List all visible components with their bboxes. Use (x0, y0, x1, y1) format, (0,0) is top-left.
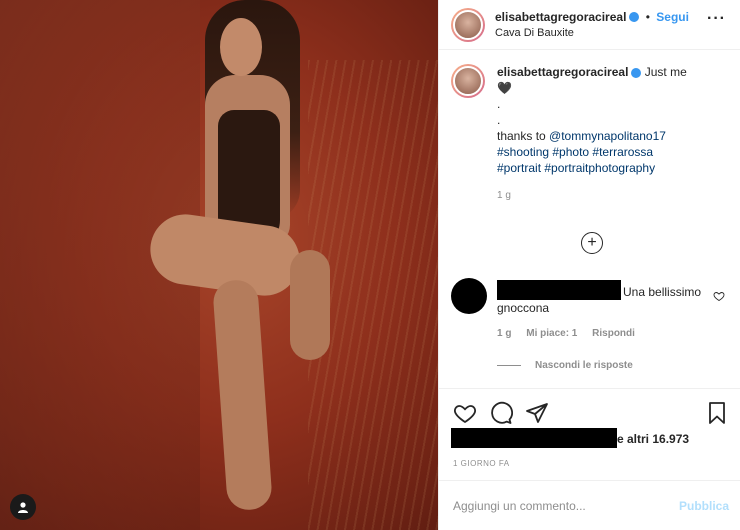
caption-emoji: 🖤 (497, 81, 512, 95)
likes-count[interactable]: e altri 16.973 (617, 432, 689, 446)
reply-button[interactable]: Rispondi (592, 328, 635, 339)
post-caption: elisabettagregoracireal Just me 🖤 . . th… (439, 50, 740, 204)
post-actions (439, 388, 740, 428)
comment-likes[interactable]: Mi piace: 1 (526, 328, 577, 339)
user-tag-icon[interactable] (10, 494, 36, 520)
caption-avatar[interactable] (451, 64, 485, 98)
comment-age: 1 g (497, 328, 512, 339)
author-username[interactable]: elisabettagregoracireal (495, 10, 626, 24)
hide-replies-button[interactable]: Nascondi le risposte (497, 360, 633, 371)
caption-text: Just me (644, 65, 687, 79)
caption-mention-link[interactable]: @tommynapolitano17 (549, 129, 666, 143)
post-header: elisabettagregoracireal • Segui Cava Di … (439, 0, 740, 50)
comment-meta: 1 g Mi piace: 1 Rispondi (497, 328, 647, 339)
subject-face (220, 18, 262, 76)
caption-dot-1: . (497, 97, 501, 111)
caption-dot-2: . (497, 113, 501, 127)
follow-button[interactable]: Segui (656, 10, 689, 24)
caption-first-line: elisabettagregoracireal Just me (497, 64, 687, 80)
more-horizontal-icon[interactable]: ··· (707, 10, 726, 28)
caption-body: elisabettagregoracireal Just me 🖤 . . th… (497, 64, 687, 204)
redacted-username (497, 280, 621, 300)
author-avatar[interactable] (451, 7, 485, 42)
subject-leg (212, 278, 273, 512)
add-comment-bar: Pubblica (439, 480, 740, 530)
caption-hashtags-1[interactable]: #shooting #photo #terrarossa (497, 144, 687, 160)
subject-knee (290, 250, 330, 360)
post-date: 1 GIORNO FA (453, 459, 510, 468)
header-text: elisabettagregoracireal • Segui Cava Di … (495, 9, 689, 41)
comment-like-heart-icon[interactable] (713, 290, 725, 302)
comment-input[interactable] (453, 498, 653, 513)
post-sidebar: elisabettagregoracireal • Segui Cava Di … (438, 0, 740, 530)
caption-hashtags-2[interactable]: #portrait #portraitphotography (497, 160, 687, 176)
likes-summary[interactable]: e altri 16.973 (451, 428, 731, 448)
caption-thanks: thanks to (497, 129, 550, 143)
caption-thanks-line: thanks to @tommynapolitano17 (497, 128, 687, 144)
avatar-image (453, 66, 483, 96)
post-location[interactable]: Cava Di Bauxite (495, 25, 689, 41)
separator-dot: • (645, 9, 650, 24)
verified-badge-icon (629, 12, 640, 23)
heart-icon[interactable] (453, 401, 477, 425)
post-photo[interactable] (0, 0, 438, 530)
caption-age: 1 g (497, 190, 511, 201)
bookmark-icon[interactable] (705, 401, 729, 425)
caption-username[interactable]: elisabettagregoracireal (497, 65, 628, 79)
comment-icon[interactable] (489, 401, 513, 425)
hide-replies-label: Nascondi le risposte (535, 360, 633, 371)
avatar-image (453, 9, 483, 40)
replies-line (497, 365, 521, 366)
commenter-avatar[interactable] (451, 278, 487, 314)
photo-subject (145, 0, 340, 530)
verified-badge-icon (631, 67, 642, 78)
instagram-post: elisabettagregoracireal • Segui Cava Di … (0, 0, 740, 530)
publish-button[interactable]: Pubblica (679, 499, 729, 513)
share-icon[interactable] (525, 401, 549, 425)
redacted-likers (451, 428, 617, 448)
plus-circle-icon[interactable]: + (581, 232, 603, 254)
